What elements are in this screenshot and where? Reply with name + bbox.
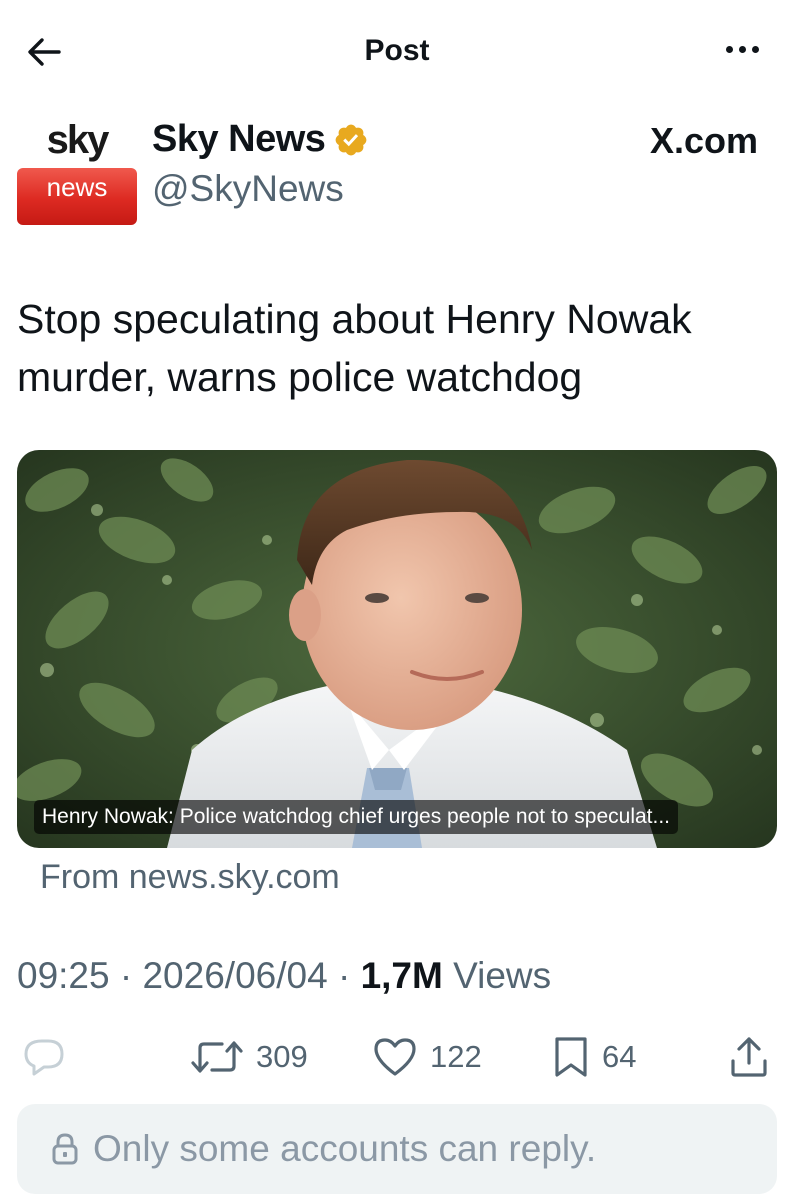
page-title: Post: [364, 34, 430, 67]
link-source[interactable]: From news.sky.com: [40, 858, 340, 897]
views-count: 1,7M: [360, 955, 454, 996]
more-horizontal-icon: [725, 45, 733, 53]
avatar-logo-top: sky: [46, 118, 110, 162]
author-avatar[interactable]: sky news: [17, 118, 137, 226]
author-handle[interactable]: @SkyNews: [152, 168, 344, 210]
reply-restriction-text: Only some accounts can reply.: [93, 1128, 597, 1169]
article-photo: [17, 450, 777, 848]
reply-icon: [24, 1039, 64, 1076]
share-icon: [731, 1037, 767, 1077]
top-bar: Post: [0, 0, 794, 100]
source-watermark: X.com: [649, 120, 758, 161]
share-button[interactable]: [728, 1030, 770, 1084]
post-meta: 09:25 · 2026/06/04 · 1,7M Views: [17, 955, 551, 997]
link-card[interactable]: Henry Nowak: Police watchdog chief urges…: [17, 450, 777, 848]
lock-icon: [52, 1133, 78, 1165]
author-display-name[interactable]: Sky News: [152, 118, 326, 161]
post-time[interactable]: 09:25: [17, 955, 110, 996]
like-button[interactable]: 122: [372, 1030, 482, 1084]
reply-button[interactable]: [22, 1030, 66, 1084]
more-options-button[interactable]: [720, 34, 764, 64]
heart-icon: [374, 1038, 416, 1076]
bookmark-button[interactable]: 64: [552, 1030, 636, 1084]
views-label: Views: [453, 955, 552, 996]
repost-count: 309: [256, 1039, 308, 1074]
repost-icon: [191, 1041, 243, 1073]
meta-separator: ·: [119, 955, 143, 996]
post-text: Stop speculating about Henry Nowak murde…: [17, 296, 692, 400]
action-bar: 309 122 64: [0, 1030, 794, 1084]
post-date[interactable]: 2026/06/04: [142, 955, 327, 996]
like-count: 122: [430, 1039, 482, 1074]
link-card-caption: Henry Nowak: Police watchdog chief urges…: [34, 800, 679, 834]
bookmark-count: 64: [602, 1039, 637, 1074]
avatar-logo-bottom: news: [46, 172, 108, 202]
verified-badge-icon[interactable]: [333, 122, 369, 158]
repost-button[interactable]: 309: [190, 1030, 308, 1084]
author-name-row: Sky News: [152, 118, 369, 161]
reply-restriction-banner: Only some accounts can reply.: [17, 1104, 777, 1194]
meta-separator: ·: [337, 955, 361, 996]
bookmark-icon: [555, 1037, 587, 1077]
